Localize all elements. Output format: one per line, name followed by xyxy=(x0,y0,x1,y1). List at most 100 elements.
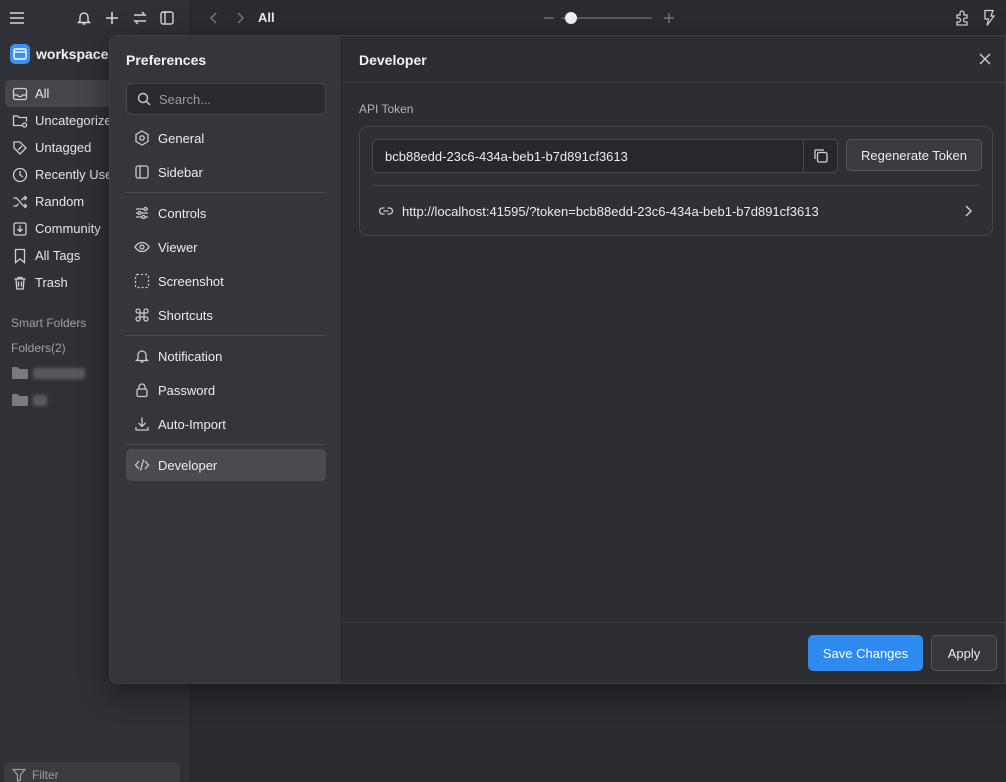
pref-item-notification[interactable]: Notification xyxy=(126,340,326,372)
bell-icon xyxy=(134,348,150,364)
pref-item-screenshot[interactable]: Screenshot xyxy=(126,265,326,297)
pref-item-label: Developer xyxy=(158,457,218,473)
download-icon xyxy=(134,416,150,432)
sidebar-item-uncategorized[interactable]: Uncategorized xyxy=(5,107,111,134)
screenshot-icon xyxy=(134,273,150,289)
preferences-title: Preferences xyxy=(126,52,207,68)
sidebar-item-label: Community xyxy=(35,221,101,236)
divider xyxy=(372,185,980,186)
plus-icon[interactable] xyxy=(103,9,121,27)
folder-icon xyxy=(11,392,29,408)
folder-icon xyxy=(11,365,29,381)
sidebar-item-recently-used[interactable]: Recently Used xyxy=(5,161,111,188)
pref-item-label: Password xyxy=(158,382,216,398)
main-toolbar: All xyxy=(192,0,1006,36)
menu-icon[interactable] xyxy=(8,9,26,27)
pref-item-label: Controls xyxy=(158,205,207,221)
action-icon[interactable] xyxy=(981,9,997,27)
copy-icon[interactable] xyxy=(803,140,837,172)
pref-item-label: Sidebar xyxy=(158,164,203,180)
folders-label: Folders(2) xyxy=(11,341,66,355)
pref-item-label: Shortcuts xyxy=(158,307,213,323)
command-icon xyxy=(134,307,150,323)
pref-item-general[interactable]: General xyxy=(126,122,326,154)
download-box-icon xyxy=(11,220,29,238)
api-url-text: http://localhost:41595/?token=bcb88edd-2… xyxy=(402,203,819,219)
back-arrow-icon[interactable] xyxy=(206,10,222,26)
sidebar-item-random[interactable]: Random xyxy=(5,188,111,215)
sidebar-item-label: All Tags xyxy=(35,248,81,263)
api-token-input[interactable] xyxy=(373,140,803,172)
workspace-switcher[interactable]: workspace ⇕ xyxy=(10,44,124,64)
folder-name-blurred xyxy=(33,367,85,379)
sidebar-toggle-icon[interactable] xyxy=(158,9,176,27)
pref-item-label: Screenshot xyxy=(158,273,224,289)
tag-off-icon xyxy=(11,139,29,157)
divider xyxy=(126,192,326,193)
content-header: Developer xyxy=(343,36,1005,83)
folder-unsorted-icon xyxy=(11,112,29,130)
pref-item-viewer[interactable]: Viewer xyxy=(126,231,326,263)
pref-item-shortcuts[interactable]: Shortcuts xyxy=(126,299,326,331)
pref-item-label: Notification xyxy=(158,348,223,364)
sidebar-item-all[interactable]: All xyxy=(5,80,111,107)
link-icon xyxy=(378,203,394,219)
sidebar-item-community[interactable]: Community xyxy=(5,215,111,242)
shuffle-icon xyxy=(11,193,29,211)
zoom-in-icon[interactable] xyxy=(662,10,676,26)
api-token-field xyxy=(372,139,838,173)
workspace-name: workspace xyxy=(36,46,109,62)
folder-item[interactable] xyxy=(11,392,47,408)
folder-name-blurred xyxy=(33,394,47,406)
forward-arrow-icon[interactable] xyxy=(232,10,248,26)
filter-placeholder: Filter xyxy=(32,768,59,782)
chevron-right-icon xyxy=(962,204,974,218)
sidebar-item-trash[interactable]: Trash xyxy=(5,269,111,296)
sidebar-item-untagged[interactable]: Untagged xyxy=(5,134,111,161)
api-token-card: Regenerate Token http://localhost:41595/… xyxy=(359,126,993,236)
close-icon[interactable] xyxy=(977,51,993,67)
apply-button[interactable]: Apply xyxy=(931,635,997,671)
sidebar-item-all-tags[interactable]: All Tags xyxy=(5,242,111,269)
pref-item-developer[interactable]: Developer xyxy=(126,449,326,481)
inbox-icon xyxy=(11,85,29,103)
swap-icon[interactable] xyxy=(131,9,149,27)
plugin-icon[interactable] xyxy=(954,9,972,27)
sidebar-nav: All Uncategorized Untagged Recently Used… xyxy=(5,80,111,296)
pref-item-controls[interactable]: Controls xyxy=(126,197,326,229)
preferences-nav: Preferences General Sidebar Controls Vie… xyxy=(110,36,342,683)
zoom-slider-handle[interactable] xyxy=(565,12,577,24)
pref-item-label: Auto-Import xyxy=(158,416,226,432)
sidebar-item-label: All xyxy=(35,86,50,101)
pref-item-auto-import[interactable]: Auto-Import xyxy=(126,408,326,440)
sidebar-item-label: Uncategorized xyxy=(35,113,111,128)
code-icon xyxy=(134,457,150,473)
sliders-icon xyxy=(134,205,150,221)
smart-folders-label: Smart Folders xyxy=(11,316,87,330)
preferences-content: Developer API Token Regenerate Token htt… xyxy=(343,36,1005,683)
pref-item-password[interactable]: Password xyxy=(126,374,326,406)
divider xyxy=(126,335,326,336)
search-input[interactable] xyxy=(159,91,319,107)
divider xyxy=(126,444,326,445)
bell-icon[interactable] xyxy=(75,9,93,27)
folder-item[interactable] xyxy=(11,365,85,381)
content-title: Developer xyxy=(359,52,427,68)
workspace-logo-icon xyxy=(10,44,30,64)
sidebar-item-label: Random xyxy=(35,194,85,209)
eye-icon xyxy=(134,239,150,255)
pref-item-label: General xyxy=(158,130,205,146)
sidebar-item-label: Trash xyxy=(35,275,68,290)
api-url-row[interactable]: http://localhost:41595/?token=bcb88edd-2… xyxy=(372,187,980,235)
save-changes-button[interactable]: Save Changes xyxy=(808,635,923,671)
sidebar-toolbar xyxy=(0,0,191,36)
preferences-search[interactable] xyxy=(126,83,326,115)
regenerate-token-button[interactable]: Regenerate Token xyxy=(846,139,982,171)
pref-item-sidebar[interactable]: Sidebar xyxy=(126,156,326,188)
trash-icon xyxy=(11,274,29,292)
filter-input[interactable]: Filter xyxy=(4,762,180,782)
dialog-footer: Save Changes Apply xyxy=(343,622,1005,683)
search-icon xyxy=(137,92,151,106)
zoom-out-icon[interactable] xyxy=(542,10,556,26)
hexagon-icon xyxy=(134,130,150,146)
